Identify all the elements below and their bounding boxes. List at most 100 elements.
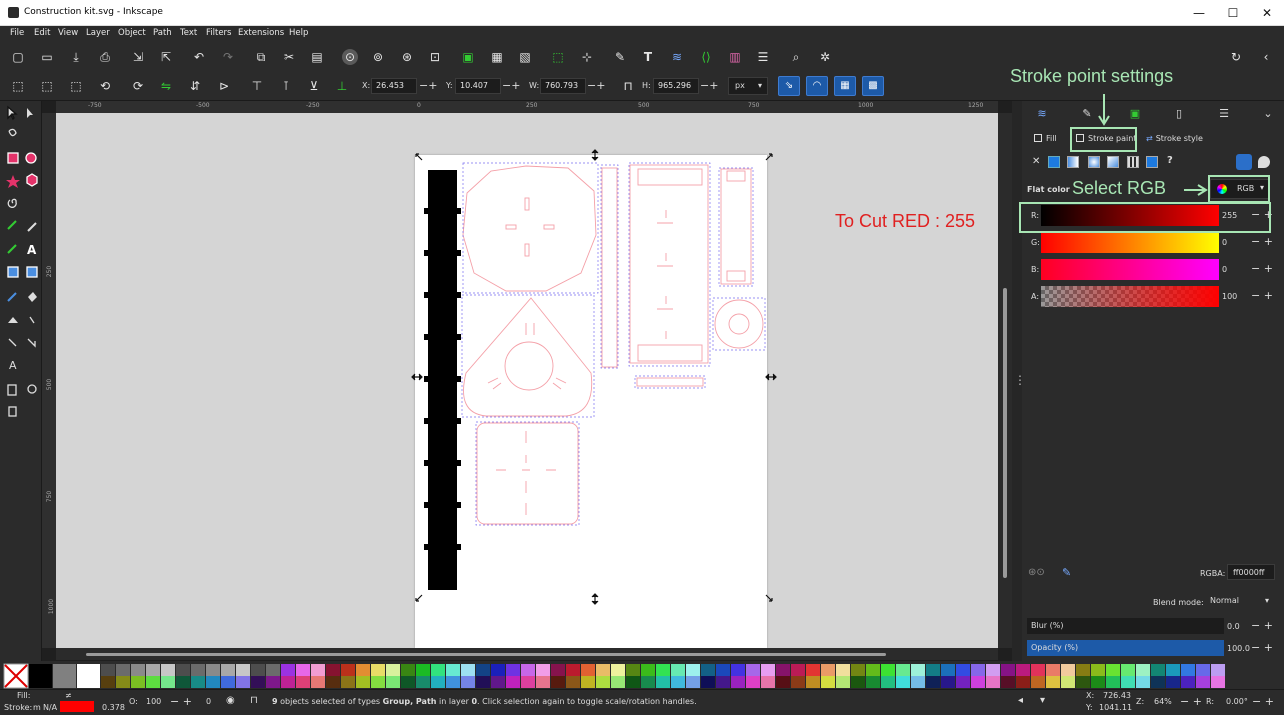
text-tool-icon[interactable]: A: [27, 243, 37, 257]
triangle-part[interactable]: [463, 297, 593, 417]
y-input[interactable]: 10.407: [455, 78, 501, 94]
blur-stepper[interactable]: − +: [1251, 619, 1273, 632]
palette-swatch[interactable]: [311, 664, 325, 676]
pages-tool-icon[interactable]: [7, 384, 17, 396]
palette-swatch[interactable]: [806, 664, 820, 676]
dropper-tool-icon[interactable]: [7, 292, 17, 302]
palette-swatch[interactable]: [161, 664, 175, 676]
stroke-width-value[interactable]: 0.378: [102, 703, 125, 712]
ellipse-tool-icon[interactable]: [25, 152, 37, 164]
layers-icon[interactable]: ≋: [669, 49, 685, 65]
stroke-indicator-value[interactable]: N/A: [43, 703, 57, 712]
palette-swatch[interactable]: [1166, 676, 1180, 688]
resize-handle-s[interactable]: [591, 593, 599, 605]
snap-toggle-icon[interactable]: ↻: [1228, 49, 1244, 65]
palette-swatch[interactable]: [251, 676, 265, 688]
pencil-tool-icon[interactable]: [7, 220, 17, 230]
menu-path[interactable]: Path: [153, 28, 172, 38]
palette-swatch[interactable]: [386, 664, 400, 676]
palette-swatch[interactable]: [776, 676, 790, 688]
print-icon[interactable]: ⎙: [97, 49, 113, 65]
palette-swatch[interactable]: [446, 676, 460, 688]
visibility-eye-icon[interactable]: ◉: [226, 695, 235, 706]
palette-swatch[interactable]: [536, 664, 550, 676]
measure-tool-icon[interactable]: [27, 338, 36, 348]
palette-swatch[interactable]: [641, 664, 655, 676]
menu-view[interactable]: View: [58, 28, 78, 38]
palette-swatch[interactable]: [116, 676, 130, 688]
menu-help[interactable]: Help: [289, 28, 308, 38]
drawing-canvas[interactable]: [56, 113, 998, 648]
palette-swatch[interactable]: [401, 676, 415, 688]
palette-swatch[interactable]: [431, 676, 445, 688]
palette-swatch[interactable]: [656, 664, 670, 676]
palette-swatches[interactable]: [0, 661, 1284, 689]
x-stepper[interactable]: −+: [419, 79, 437, 92]
resize-handle-se[interactable]: [765, 594, 773, 602]
palette-swatch[interactable]: [866, 676, 880, 688]
palette-swatch[interactable]: [146, 664, 160, 676]
resize-handle-sw[interactable]: [415, 594, 423, 602]
palette-swatch[interactable]: [671, 664, 685, 676]
palette-swatch[interactable]: [176, 676, 190, 688]
palette-swatch[interactable]: [1106, 676, 1120, 688]
export-icon[interactable]: ⇱: [158, 49, 174, 65]
palette-swatch[interactable]: [341, 664, 355, 676]
palette-swatch[interactable]: [386, 676, 400, 688]
star-tool-icon[interactable]: [6, 175, 20, 188]
flip-vertical-icon[interactable]: ⇵: [187, 78, 203, 94]
panel-drag-handle[interactable]: ⋮: [1012, 101, 1026, 661]
palette-swatch[interactable]: [986, 664, 1000, 676]
zoom-page-icon[interactable]: ⊛: [399, 49, 415, 65]
vertical-scrollbar[interactable]: [998, 113, 1012, 648]
stroke-color-swatch[interactable]: [60, 701, 94, 712]
scale-corners-button[interactable]: ◠: [806, 76, 828, 96]
align-tab-icon[interactable]: ☰: [1214, 107, 1234, 125]
palette-swatch[interactable]: [311, 676, 325, 688]
palette-swatch[interactable]: [371, 676, 385, 688]
small-strip-part[interactable]: [720, 168, 752, 285]
palette-swatch[interactable]: [611, 676, 625, 688]
lock-icon[interactable]: ⊓: [250, 695, 258, 706]
opacity-value[interactable]: 100.0: [1227, 644, 1250, 653]
palette-swatch[interactable]: [131, 664, 145, 676]
lpe-tool-icon[interactable]: A: [9, 359, 17, 372]
palette-swatch[interactable]: [446, 664, 460, 676]
zoom-selection-icon[interactable]: ⊙: [342, 49, 358, 65]
palette-swatch[interactable]: [1211, 676, 1225, 688]
palette-swatch[interactable]: [206, 676, 220, 688]
copy-icon[interactable]: ⧉: [253, 49, 269, 65]
cut-icon[interactable]: ✂: [281, 49, 297, 65]
document-tab-icon[interactable]: ▯: [1169, 107, 1189, 125]
unlink-clone-icon[interactable]: ▧: [517, 49, 533, 65]
palette-swatch[interactable]: [611, 664, 625, 676]
mesh-tool-icon[interactable]: [26, 266, 38, 278]
no-paint-icon[interactable]: ✕: [1032, 156, 1040, 167]
color-picker-icon[interactable]: ✎: [1062, 566, 1071, 579]
zoom-tool-icon[interactable]: [27, 384, 37, 394]
palette-swatch[interactable]: [461, 676, 475, 688]
palette-swatch[interactable]: [356, 676, 370, 688]
palette-swatch[interactable]: [1151, 664, 1165, 676]
palette-swatch[interactable]: [941, 676, 955, 688]
palette-swatch[interactable]: [1001, 676, 1015, 688]
palette-swatch[interactable]: [101, 664, 115, 676]
palette-swatch[interactable]: [761, 676, 775, 688]
palette-swatch[interactable]: [626, 664, 640, 676]
horizontal-scrollbar[interactable]: [56, 648, 998, 660]
radial-gradient-icon[interactable]: [1088, 156, 1100, 168]
palette-swatch[interactable]: [101, 676, 115, 688]
palette-swatch[interactable]: [1136, 676, 1150, 688]
group-icon[interactable]: ⬚: [550, 49, 566, 65]
menu-extensions[interactable]: Extensions: [238, 28, 284, 38]
palette-swatch[interactable]: [551, 664, 565, 676]
palette-swatch[interactable]: [506, 664, 520, 676]
export-tab-icon[interactable]: ▣: [1125, 107, 1145, 125]
select-all-layers-icon[interactable]: ⬚: [39, 78, 55, 94]
palette-swatch[interactable]: [236, 676, 250, 688]
palette-swatch[interactable]: [416, 676, 430, 688]
rgba-input[interactable]: ff0000ff: [1227, 564, 1275, 580]
flip-horizontal-icon[interactable]: ⇋: [158, 78, 174, 94]
palette-swatch[interactable]: [956, 664, 970, 676]
tab-fill[interactable]: Fill: [1034, 134, 1057, 143]
